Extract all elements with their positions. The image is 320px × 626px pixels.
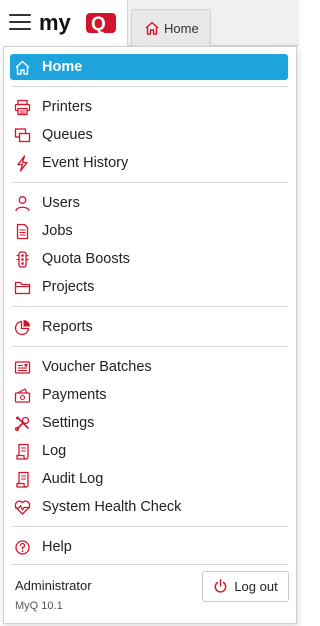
menu-item-help[interactable]: Help <box>10 534 288 560</box>
menu-item-users[interactable]: Users <box>10 190 288 216</box>
lightning-icon <box>14 154 31 172</box>
home-icon <box>145 21 159 35</box>
hamburger-menu-icon[interactable] <box>9 14 31 31</box>
menu-divider <box>12 182 288 183</box>
menu-item-quota-boosts[interactable]: Quota Boosts <box>10 246 288 272</box>
menu-item-queues[interactable]: Queues <box>10 122 288 148</box>
current-user-name: Administrator <box>15 578 92 593</box>
brand-area: my Q <box>0 0 128 47</box>
queues-icon <box>14 127 31 144</box>
power-icon <box>214 579 227 593</box>
help-icon <box>14 539 31 556</box>
menu-item-reports[interactable]: Reports <box>10 314 288 340</box>
logout-button[interactable]: Log out <box>202 571 289 602</box>
menu-divider <box>12 346 288 347</box>
traffic-light-icon <box>14 250 31 268</box>
menu-item-system-health-check[interactable]: System Health Check <box>10 494 288 520</box>
logout-label: Log out <box>234 579 278 594</box>
user-icon <box>14 195 31 212</box>
svg-text:Q: Q <box>91 14 106 35</box>
menu-item-home[interactable]: Home <box>10 54 288 80</box>
menu-item-voucher-batches[interactable]: Voucher Batches <box>10 354 288 380</box>
menu-divider <box>12 526 288 527</box>
tools-icon <box>14 415 31 432</box>
voucher-icon <box>14 359 31 376</box>
svg-text:my: my <box>39 10 72 35</box>
log-icon <box>14 443 31 460</box>
document-icon <box>14 223 31 240</box>
menu-divider <box>12 306 288 307</box>
heartbeat-icon <box>14 499 31 516</box>
home-icon <box>14 59 31 76</box>
printer-icon <box>14 99 31 116</box>
menu-item-payments[interactable]: Payments <box>10 382 288 408</box>
menu-item-settings[interactable]: Settings <box>10 410 288 436</box>
menu-item-audit-log[interactable]: Audit Log <box>10 466 288 492</box>
app-version: MyQ 10.1 <box>15 600 63 612</box>
folder-icon <box>14 279 31 296</box>
top-bar: my Q Home <box>0 0 299 47</box>
payment-icon <box>14 387 31 404</box>
menu-item-printers[interactable]: Printers <box>10 94 288 120</box>
menu-divider <box>12 86 288 87</box>
myq-logo: my Q <box>39 10 116 35</box>
menu-divider <box>12 564 288 565</box>
pie-chart-icon <box>14 319 31 336</box>
navigation-menu: Home Printers Queues Event History Users… <box>3 46 297 624</box>
menu-item-projects[interactable]: Projects <box>10 274 288 300</box>
tab-home-label: Home <box>164 20 199 36</box>
menu-item-jobs[interactable]: Jobs <box>10 218 288 244</box>
menu-item-event-history[interactable]: Event History <box>10 150 288 176</box>
audit-log-icon <box>14 471 31 488</box>
tab-home[interactable]: Home <box>131 9 211 46</box>
menu-item-log[interactable]: Log <box>10 438 288 464</box>
